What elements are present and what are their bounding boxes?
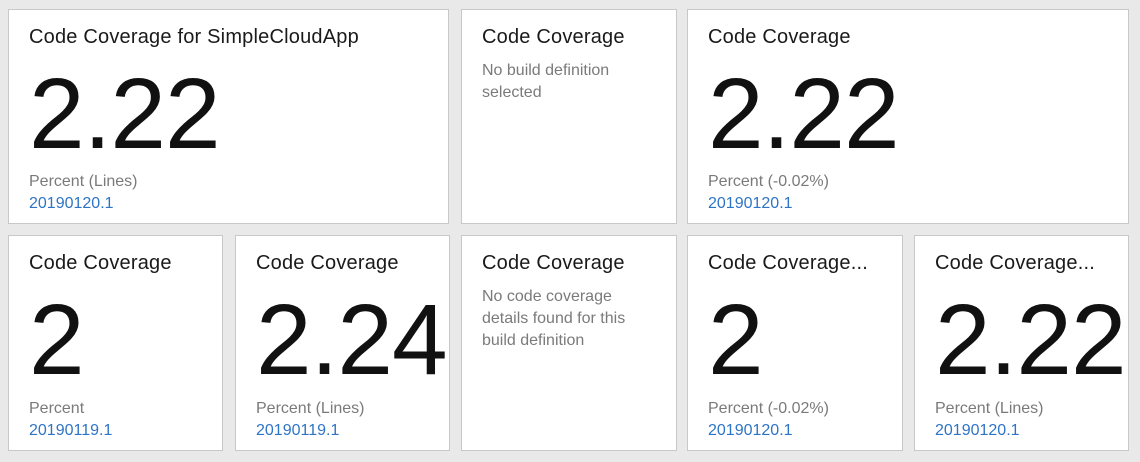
tile-title: Code Coverage — [708, 26, 851, 48]
tile-title: Code Coverage — [256, 252, 399, 274]
build-link[interactable]: 20190120.1 — [935, 420, 1020, 442]
tile-title: Code Coverage... — [935, 252, 1095, 274]
coverage-tile-percent[interactable]: Code Coverage 2 Percent 20190119.1 — [8, 235, 223, 451]
tile-title: Code Coverage for SimpleCloudApp — [29, 26, 359, 48]
coverage-tile-no-definition[interactable]: Code Coverage No build definition select… — [461, 9, 677, 224]
build-link[interactable]: 20190120.1 — [29, 193, 114, 215]
coverage-tile-lines[interactable]: Code Coverage 2.24 Percent (Lines) 20190… — [235, 235, 450, 451]
tile-title: Code Coverage — [482, 26, 625, 48]
coverage-unit-label: Percent (-0.02%) — [708, 400, 829, 417]
coverage-value: 2.22 — [29, 58, 221, 170]
coverage-tile-truncated-delta[interactable]: Code Coverage... 2 Percent (-0.02%) 2019… — [687, 235, 903, 451]
build-link[interactable]: 20190120.1 — [708, 193, 793, 215]
coverage-unit-label: Percent — [29, 400, 85, 417]
coverage-tile-simplecloudapp[interactable]: Code Coverage for SimpleCloudApp 2.22 Pe… — [8, 9, 449, 224]
coverage-unit-label: Percent (Lines) — [935, 400, 1044, 417]
coverage-tile-no-details[interactable]: Code Coverage No code coverage details f… — [461, 235, 677, 451]
tile-title: Code Coverage — [29, 252, 172, 274]
coverage-value: 2.22 — [935, 284, 1127, 396]
build-link[interactable]: 20190119.1 — [256, 420, 339, 442]
coverage-tile-truncated-lines[interactable]: Code Coverage... 2.22 Percent (Lines) 20… — [914, 235, 1129, 451]
coverage-value: 2.22 — [708, 58, 900, 170]
coverage-unit-label: Percent (Lines) — [29, 173, 138, 190]
coverage-unit-label: Percent (-0.02%) — [708, 173, 829, 190]
coverage-value: 2 — [29, 284, 85, 396]
coverage-unit-label: Percent (Lines) — [256, 400, 365, 417]
tile-empty-message: No build definition selected — [482, 62, 610, 101]
build-link[interactable]: 20190120.1 — [708, 420, 793, 442]
coverage-value: 2 — [708, 284, 764, 396]
coverage-tile-delta[interactable]: Code Coverage 2.22 Percent (-0.02%) 2019… — [687, 9, 1129, 224]
tile-empty-message: No code coverage details found for this … — [482, 288, 626, 349]
tile-title: Code Coverage... — [708, 252, 868, 274]
coverage-value: 2.24 — [256, 284, 448, 396]
build-link[interactable]: 20190119.1 — [29, 420, 112, 442]
tile-title: Code Coverage — [482, 252, 625, 274]
